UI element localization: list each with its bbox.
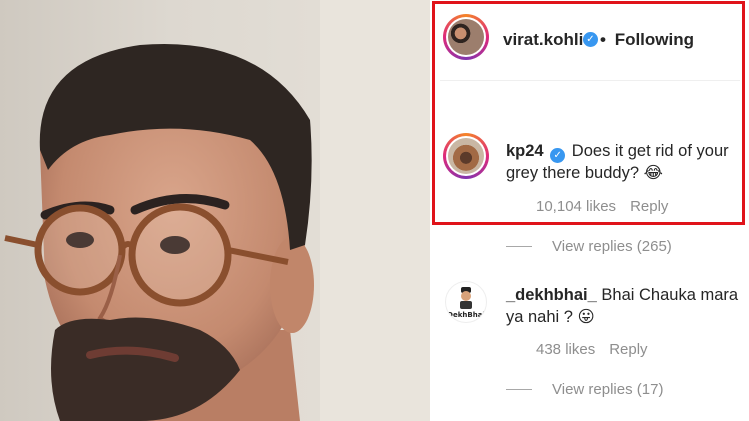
man-portrait-image [4, 0, 430, 421]
post-photo [0, 0, 430, 421]
replies-dash [506, 246, 532, 247]
likes-count[interactable]: 438 likes [536, 341, 595, 358]
comment-meta: 438 likes Reply [536, 341, 648, 358]
highlight-box [432, 1, 745, 225]
view-replies-button[interactable]: View replies (17) [552, 381, 663, 398]
comment-dekhbhai: _dekhbhai_ Bhai Chauka mara ya nahi ? 😛 [506, 284, 741, 328]
svg-text:DekhBhai: DekhBhai [447, 311, 485, 319]
reply-button[interactable]: Reply [609, 341, 647, 358]
dekhbhai-logo-icon: DekhBhai [447, 287, 485, 319]
replies-dash [506, 389, 532, 390]
comment-username[interactable]: _dekhbhai_ [506, 286, 597, 304]
view-replies-button[interactable]: View replies (265) [552, 238, 672, 255]
dekhbhai-avatar[interactable]: DekhBhai [445, 281, 487, 323]
